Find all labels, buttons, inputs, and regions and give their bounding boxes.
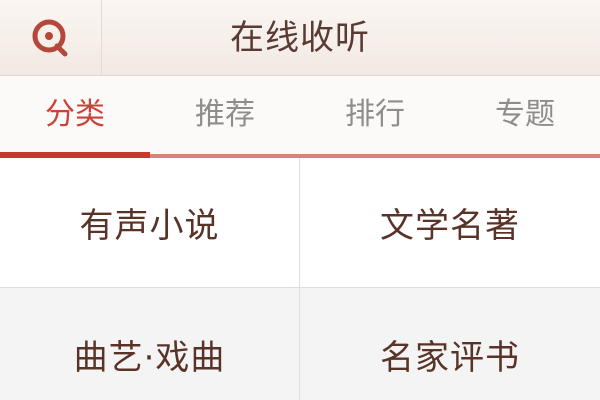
app-window: 在线收听 分类 推荐 排行 专题 有声小说 文学名著 曲艺·戏曲 名家评书 [0, 0, 600, 400]
search-icon [32, 19, 67, 57]
tab-topic[interactable]: 专题 [450, 76, 600, 158]
category-audio-novel[interactable]: 有声小说 [0, 158, 300, 288]
tab-ranking[interactable]: 排行 [300, 76, 450, 158]
category-literature-classics[interactable]: 文学名著 [300, 158, 600, 288]
category-label: 有声小说 [79, 206, 220, 246]
tab-category[interactable]: 分类 [0, 76, 150, 158]
category-label: 文学名著 [380, 206, 520, 246]
page-title: 在线收听 [230, 18, 370, 58]
search-button[interactable] [0, 0, 102, 76]
category-label: 曲艺·戏曲 [73, 337, 226, 378]
category-label: 名家评书 [380, 337, 520, 378]
category-storytelling[interactable]: 名家评书 [300, 288, 600, 400]
header-bar: 在线收听 [0, 0, 600, 76]
category-folk-opera[interactable]: 曲艺·戏曲 [0, 288, 300, 400]
tab-bar: 分类 推荐 排行 专题 [0, 76, 600, 158]
category-grid: 有声小说 文学名著 曲艺·戏曲 名家评书 [0, 158, 600, 400]
tab-recommend[interactable]: 推荐 [150, 76, 300, 158]
